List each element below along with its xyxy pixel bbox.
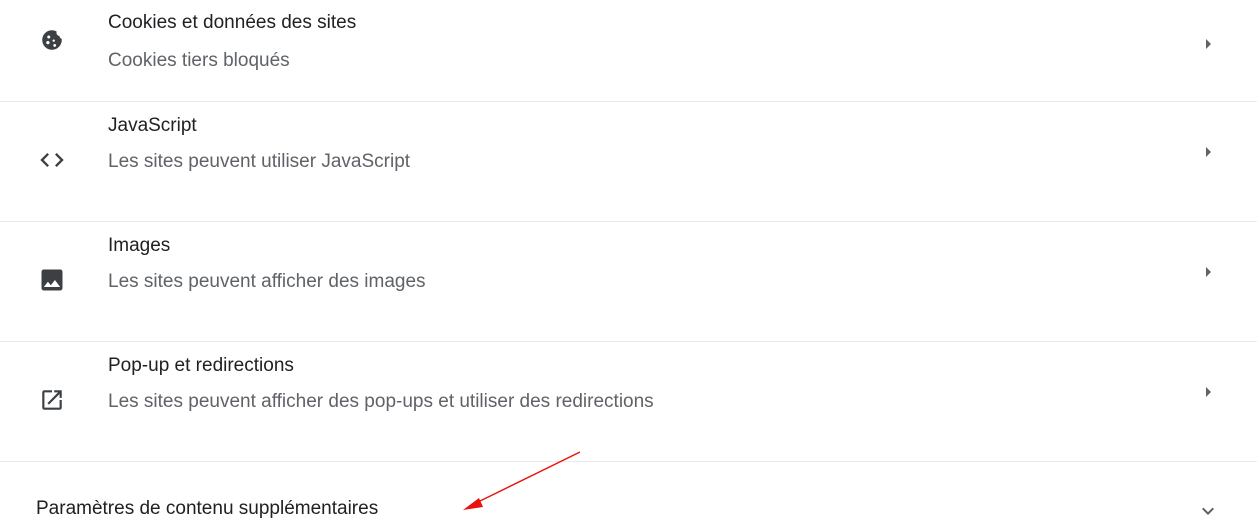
row-subtitle: Les sites peuvent afficher des pop-ups e… [108,391,654,412]
row-subtitle: Les sites peuvent utiliser JavaScript [108,151,411,172]
expand-more-icon[interactable] [1196,499,1220,523]
additional-content-settings-label: Paramètres de contenu supplémentaires [36,498,379,519]
arrow-right-icon[interactable] [1196,260,1220,284]
code-icon [32,140,72,180]
additional-content-settings-toggle[interactable]: Paramètres de contenu supplémentaires [0,463,1257,523]
row-cookies[interactable]: Cookies et données des sites Cookies tie… [0,0,1257,102]
arrow-right-icon[interactable] [1196,380,1220,404]
cookie-icon [32,20,72,60]
row-javascript[interactable]: JavaScript Les sites peuvent utiliser Ja… [0,102,1257,222]
image-icon [32,260,72,300]
row-title: Pop-up et redirections [108,355,294,376]
open-in-new-icon [32,380,72,420]
row-title: Cookies et données des sites [108,12,357,33]
arrow-right-icon[interactable] [1196,140,1220,164]
row-subtitle: Cookies tiers bloqués [108,50,290,71]
arrow-right-icon[interactable] [1196,32,1220,56]
row-subtitle: Les sites peuvent afficher des images [108,271,426,292]
row-title: Images [108,235,171,256]
row-popups[interactable]: Pop-up et redirections Les sites peuvent… [0,342,1257,462]
row-title: JavaScript [108,115,197,136]
content-settings-list: Cookies et données des sites Cookies tie… [0,0,1257,462]
row-images[interactable]: Images Les sites peuvent afficher des im… [0,222,1257,342]
